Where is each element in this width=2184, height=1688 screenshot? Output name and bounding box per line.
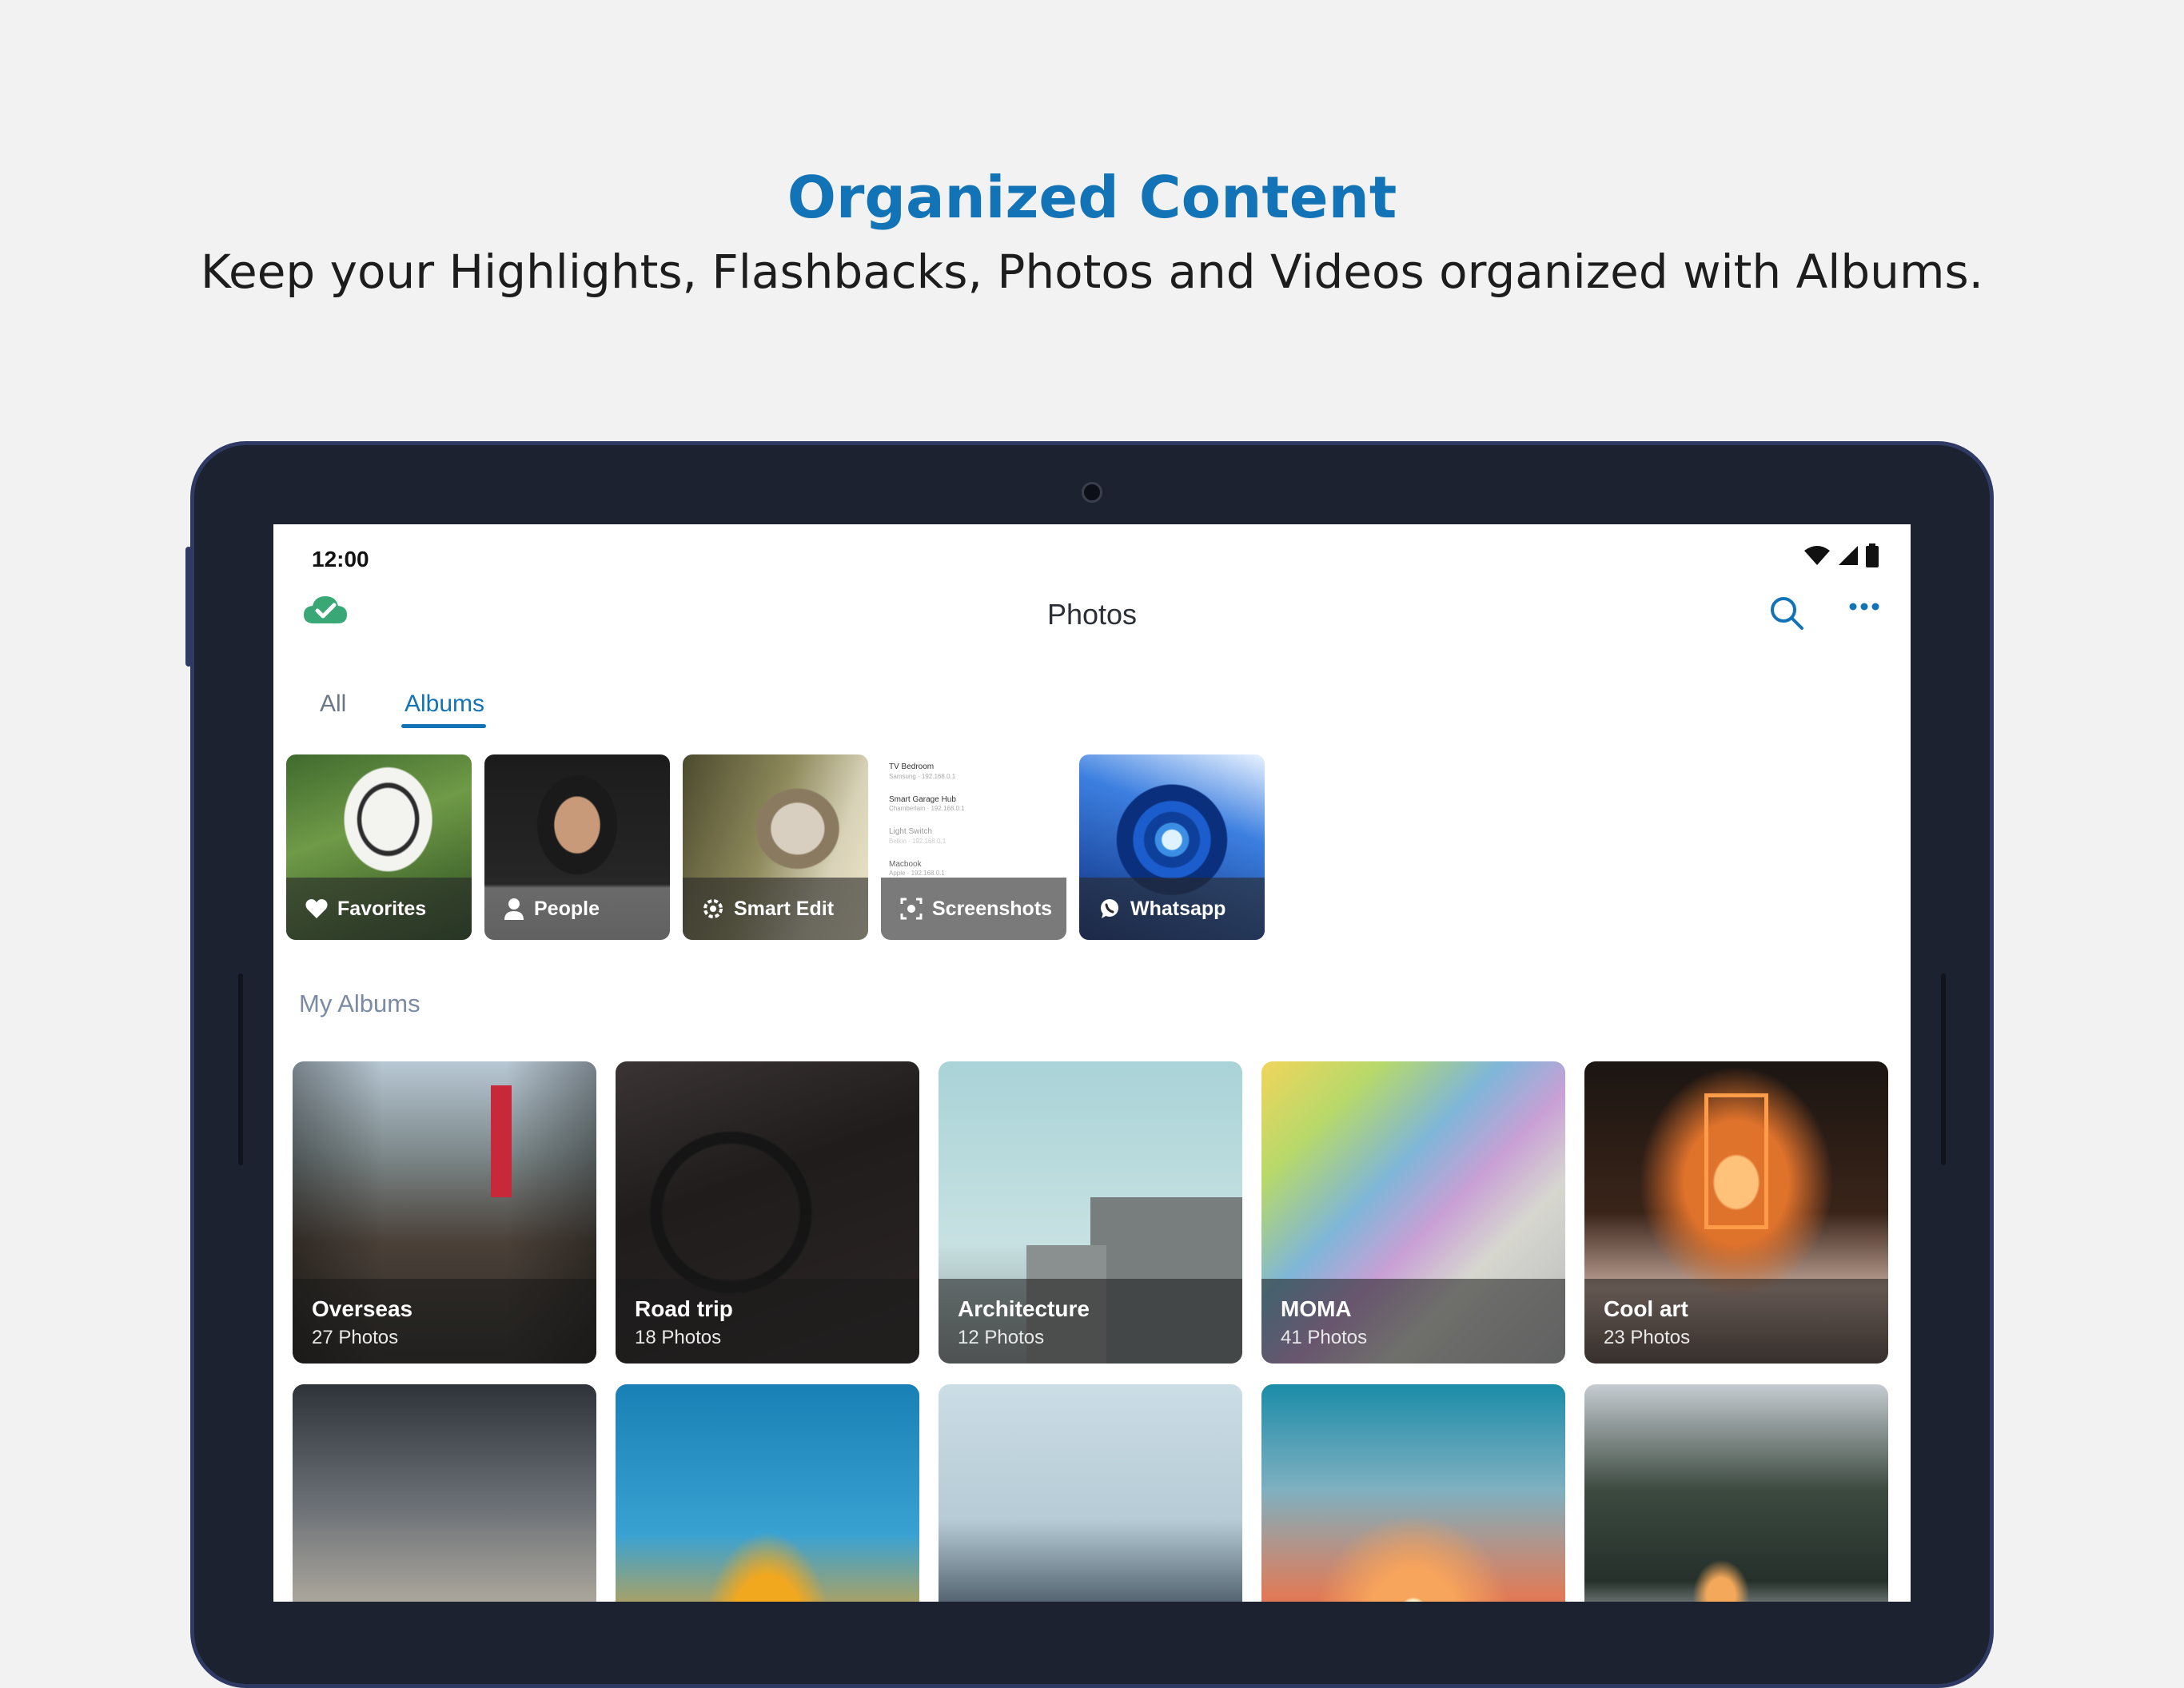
tab-albums[interactable]: Albums [405, 691, 484, 718]
tab-selected-indicator [401, 724, 486, 728]
my-albums-header: My Albums [299, 989, 420, 1017]
smart-album-label: People [484, 878, 670, 940]
promo-title: Organized Content [787, 164, 1397, 231]
app-screen: 12:00 Photos All Albums Favorites People [273, 524, 1911, 1637]
smart-album-people[interactable]: People [484, 754, 670, 940]
album-count: 23 Photos [1604, 1327, 1691, 1348]
smart-album-label: Favorites [286, 878, 472, 940]
door-frame [1704, 1093, 1768, 1229]
screenshot-preview: TV Bedroom Samsung · 192.168.0.1 Smart G… [889, 762, 1058, 878]
preview-device-name: Light Switch [889, 827, 932, 836]
album-count: 27 Photos [312, 1327, 399, 1348]
album-card-overseas[interactable]: Overseas 27 Photos [293, 1061, 596, 1364]
smart-album-screenshots[interactable]: TV Bedroom Samsung · 192.168.0.1 Smart G… [881, 754, 1066, 940]
smart-album-label: Whatsapp [1079, 878, 1265, 940]
front-camera [1082, 482, 1102, 503]
album-count: 12 Photos [958, 1327, 1045, 1348]
album-overlay: MOMA 41 Photos [1261, 1279, 1565, 1364]
album-name: Cool art [1604, 1296, 1688, 1321]
status-time: 12:00 [312, 547, 369, 571]
gear-icon [703, 899, 723, 918]
preview-device-detail: Samsung · 192.168.0.1 [889, 772, 956, 780]
person-icon [504, 898, 524, 920]
album-card[interactable] [1261, 1384, 1565, 1637]
album-count: 18 Photos [635, 1327, 722, 1348]
shop-sign [491, 1085, 512, 1197]
side-edge-left [238, 973, 243, 1165]
smart-album-favorites[interactable]: Favorites [286, 754, 472, 940]
album-card[interactable] [1584, 1384, 1888, 1637]
album-card-architecture[interactable]: Architecture 12 Photos [939, 1061, 1242, 1364]
smart-album-name: People [534, 897, 600, 920]
smart-album-name: Favorites [337, 897, 427, 920]
volume-button [185, 547, 192, 667]
album-overlay: Overseas 27 Photos [293, 1279, 596, 1364]
album-card[interactable] [293, 1384, 596, 1637]
smart-album-name: Screenshots [932, 897, 1053, 920]
preview-device-detail: Chamberlain · 192.168.0.1 [889, 805, 965, 812]
app-title: Photos [1046, 598, 1138, 631]
tab-all[interactable]: All [320, 691, 346, 718]
album-card-cool-art[interactable]: Cool art 23 Photos [1584, 1061, 1888, 1364]
search-icon[interactable] [1768, 595, 1805, 635]
album-card-moma[interactable]: MOMA 41 Photos [1261, 1061, 1565, 1364]
album-name: Architecture [958, 1296, 1090, 1321]
album-card[interactable] [616, 1384, 919, 1637]
smart-album-name: Whatsapp [1130, 897, 1226, 920]
smart-album-label: Smart Edit [683, 878, 868, 940]
smart-album-whatsapp[interactable]: Whatsapp [1079, 754, 1265, 940]
cellular-signal-icon [1839, 546, 1858, 565]
status-icons [1803, 543, 1879, 567]
battery-icon [1866, 543, 1879, 567]
preview-device-name: Macbook [889, 859, 922, 869]
more-options-icon[interactable] [1848, 601, 1880, 616]
album-overlay: Road trip 18 Photos [616, 1279, 919, 1364]
album-name: Road trip [635, 1296, 733, 1321]
album-name: Overseas [312, 1296, 413, 1321]
whatsapp-icon [1101, 899, 1118, 918]
screenshot-icon [900, 898, 923, 920]
smart-album-label: Screenshots [881, 878, 1066, 940]
album-count: 41 Photos [1281, 1327, 1368, 1348]
album-overlay: Cool art 23 Photos [1584, 1279, 1888, 1364]
preview-device-name: Smart Garage Hub [889, 794, 956, 804]
promo-subtitle: Keep your Highlights, Flashbacks, Photos… [200, 245, 1984, 299]
heart-icon [305, 899, 328, 918]
album-card-road-trip[interactable]: Road trip 18 Photos [616, 1061, 919, 1364]
bottom-bezel [273, 1602, 1911, 1637]
smart-album-smart-edit[interactable]: Smart Edit [683, 754, 868, 940]
wifi-icon [1804, 546, 1830, 565]
side-edge-right [1941, 973, 1946, 1165]
preview-device-name: TV Bedroom [889, 762, 935, 771]
preview-device-detail: Belkin · 192.168.0.1 [889, 837, 947, 845]
preview-device-detail: Apple · 192.168.0.1 [889, 870, 945, 877]
album-card[interactable] [939, 1384, 1242, 1637]
album-name: MOMA [1281, 1296, 1352, 1321]
smart-album-name: Smart Edit [734, 897, 835, 920]
album-overlay: Architecture 12 Photos [939, 1279, 1242, 1364]
